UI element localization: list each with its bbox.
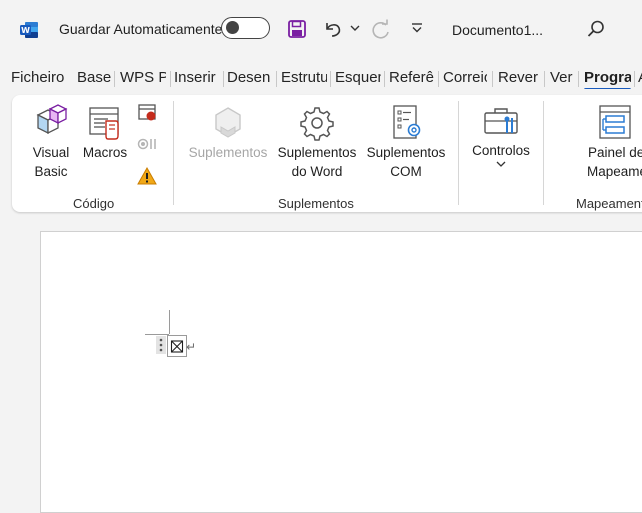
title-bar: W Guardar Automaticamente Documento1... [0,0,642,60]
redo-icon [372,19,389,39]
visual-basic-label-line1: Visual [32,145,70,160]
tab-inserir[interactable]: Inserir [174,67,219,89]
record-macro-icon[interactable] [137,103,159,123]
tab-estrutura[interactable]: Estrutura [281,67,327,89]
gear-icon [300,107,334,141]
document-title[interactable]: Documento1... [452,22,543,38]
mapping-pane-label-line1: Painel de [588,145,642,160]
add-ins-icon [215,107,241,138]
tab-separator [544,71,545,87]
macros-icon [89,107,119,140]
drag-handle-icon [159,338,163,352]
svg-text:W: W [21,26,30,35]
tab-wps-pdf[interactable]: WPS PDF [120,67,166,89]
tab-esquema[interactable]: Esquema [335,67,381,89]
com-add-ins-button[interactable]: Suplementos COM [364,103,448,181]
content-control-handle[interactable] [156,336,166,354]
tab-rever[interactable]: Rever [498,67,539,89]
tab-base[interactable]: Base [77,67,111,89]
search-icon[interactable] [586,19,606,39]
group-label-mapeamento: Mapeamento [576,196,642,211]
tab-separator [330,71,331,87]
group-label-suplementos: Suplementos [278,196,354,211]
suplementos-button: Suplementos [186,103,270,160]
macros-label: Macros [82,145,128,160]
macros-button[interactable]: Macros [80,103,130,160]
tab-separator [578,71,579,87]
tab-separator [384,71,385,87]
undo-icon[interactable] [322,19,344,39]
pause-recording-icon [137,138,156,150]
ribbon-panel: Visual Basic Macros Código Suplementos S… [12,95,642,212]
tab-separator [634,71,635,87]
macro-security-icon[interactable] [137,166,157,186]
autosave-label: Guardar Automaticamente [59,21,223,37]
tab-ficheiro[interactable]: Ficheiro [11,67,69,89]
autosave-toggle[interactable] [221,17,270,39]
word-logo-icon[interactable]: W [19,20,39,40]
word-add-ins-label-line2: do Word [291,164,343,179]
tab-ajuda[interactable]: Ajuda [638,67,642,89]
word-add-ins-label-line1: Suplementos [277,145,357,160]
chevron-down-icon [496,161,506,167]
ribbon-tabs: Ficheiro Base WPS PDF Inserir Desenhar E… [0,63,642,93]
paragraph-mark: ↵ [186,340,197,354]
toggle-knob [226,21,239,34]
tab-separator [438,71,439,87]
chevron-down-icon[interactable] [350,24,360,32]
checkbox-content-control[interactable] [167,335,187,357]
visual-basic-icon [36,104,68,135]
tab-referencias[interactable]: Referências [389,67,434,89]
visual-basic-label-line2: Basic [34,164,68,179]
save-icon[interactable] [287,19,307,39]
checkbox-checked-icon [170,340,184,353]
com-add-ins-label-line1: Suplementos [366,145,446,160]
toolbox-icon [484,108,518,134]
visual-basic-button[interactable]: Visual Basic [26,103,76,181]
customize-qat-icon[interactable] [410,22,424,34]
mapping-pane-button[interactable]: Painel de Mapeamento [572,103,642,181]
suplementos-label: Suplementos [188,145,268,160]
tab-separator [276,71,277,87]
document-page[interactable] [40,231,642,513]
controlos-label: Controlos [472,143,530,158]
group-divider [458,101,459,205]
tab-programador[interactable]: Programador [584,67,631,89]
com-add-ins-icon [393,105,421,139]
com-add-ins-label-line2: COM [390,164,422,179]
tab-ver[interactable]: Ver [550,67,574,89]
tab-separator [492,71,493,87]
mapping-pane-icon [599,105,631,139]
margin-corner-mark [145,334,169,335]
tab-desenhar[interactable]: Desenhar [227,67,271,89]
group-divider [173,101,174,205]
tab-separator [223,71,224,87]
tab-correio[interactable]: Correio [443,67,487,89]
margin-corner-mark [169,310,170,334]
tab-separator [114,71,115,87]
group-label-codigo: Código [73,196,115,211]
group-divider [543,101,544,205]
tab-separator [170,71,171,87]
word-add-ins-button[interactable]: Suplementos do Word [274,103,360,181]
mapping-pane-label-line2: Mapeamento [587,164,642,179]
controlos-button[interactable]: Controlos [468,103,534,168]
